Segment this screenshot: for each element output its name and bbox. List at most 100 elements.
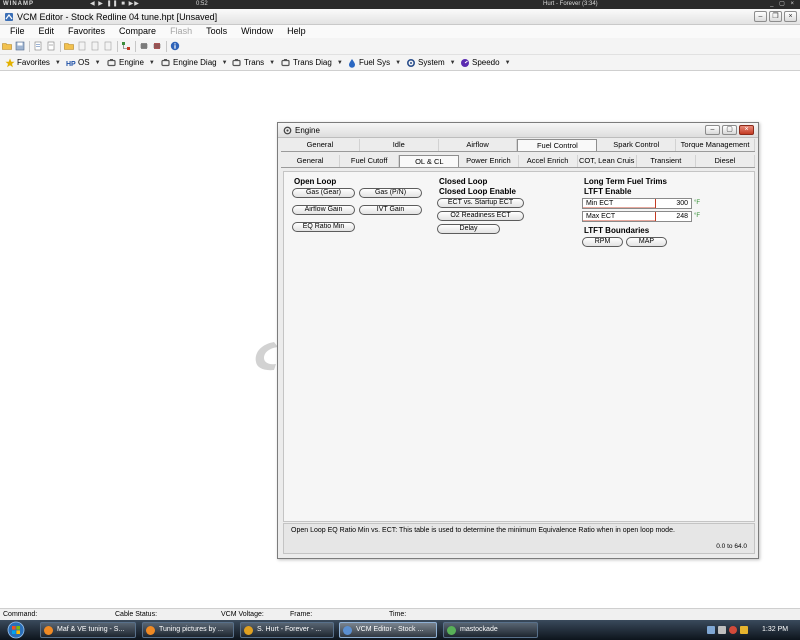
- tab-spark-control[interactable]: Spark Control: [597, 139, 677, 151]
- taskbar-item-label: Maf & VE tuning - S...: [57, 626, 125, 633]
- restore-button[interactable]: ❐: [769, 11, 782, 22]
- dropdown-arrow-icon[interactable]: ▼: [222, 55, 228, 71]
- dropdown-arrow-icon[interactable]: ▼: [149, 55, 155, 71]
- chip-icon[interactable]: [139, 41, 149, 51]
- info-icon[interactable]: [170, 41, 180, 51]
- engine-window-titlebar[interactable]: Engine – ▢ ×: [278, 123, 758, 138]
- subtab-fuel-cutoff[interactable]: Fuel Cutoff: [340, 155, 400, 167]
- engine-restore-button[interactable]: ▢: [722, 125, 737, 135]
- menu-edit[interactable]: Edit: [32, 25, 62, 38]
- subtab-accel-enrich[interactable]: Accel Enrich: [519, 155, 578, 167]
- airflow-gain-button[interactable]: Airflow Gain: [292, 205, 355, 215]
- subtab-cot-lean-cruis[interactable]: COT, Lean Cruis: [578, 155, 637, 167]
- max-ect-value[interactable]: 248: [656, 212, 691, 221]
- volume-icon[interactable]: [718, 626, 726, 634]
- menu-favorites[interactable]: Favorites: [61, 25, 112, 38]
- dropdown-arrow-icon[interactable]: ▼: [337, 55, 343, 71]
- dropdown-arrow-icon[interactable]: ▼: [95, 55, 101, 71]
- category-label: Trans: [244, 58, 265, 67]
- menu-window[interactable]: Window: [234, 25, 280, 38]
- gas-pn-button[interactable]: Gas (P/N): [359, 188, 422, 198]
- menu-flash[interactable]: Flash: [163, 25, 199, 38]
- taskbar-item[interactable]: mastockade: [443, 622, 538, 638]
- subtab-diesel[interactable]: Diesel: [696, 155, 755, 167]
- document-icon[interactable]: [90, 41, 100, 51]
- subtab-power-enrich[interactable]: Power Enrich: [459, 155, 519, 167]
- open-folder-icon[interactable]: [2, 41, 12, 51]
- subtab-general[interactable]: General: [281, 155, 341, 167]
- svg-text:HP: HP: [66, 61, 76, 68]
- document-icon[interactable]: [77, 41, 87, 51]
- close-button[interactable]: ×: [784, 11, 797, 22]
- category-fuel-sys[interactable]: Fuel Sys ▼: [347, 55, 401, 71]
- description-bar: Open Loop EQ Ratio Min vs. ECT: This tab…: [283, 523, 755, 554]
- clock[interactable]: 1:32 PM: [762, 623, 788, 637]
- menu-file[interactable]: File: [0, 25, 32, 38]
- ltft-boundaries-heading: LTFT Boundaries: [584, 226, 650, 235]
- taskbar-item[interactable]: S. Hurt - Forever - ...: [240, 622, 334, 638]
- menu-tools[interactable]: Tools: [199, 25, 234, 38]
- tab-torque-management[interactable]: Torque Management: [676, 139, 755, 151]
- document-icon[interactable]: [33, 41, 43, 51]
- dropdown-arrow-icon[interactable]: ▼: [55, 55, 61, 71]
- winamp-controls[interactable]: ◀ ▶ ❚❚ ■ ▶▶: [90, 0, 140, 9]
- winamp-window-buttons[interactable]: _ ▢ ×: [770, 0, 796, 9]
- taskbar-item[interactable]: VCM Editor - Stock ...: [339, 622, 437, 638]
- dropdown-arrow-icon[interactable]: ▼: [505, 55, 511, 71]
- chip-icon[interactable]: [152, 41, 162, 51]
- tab-airflow[interactable]: Airflow: [439, 139, 518, 151]
- category-engine-diag[interactable]: Engine Diag ▼: [161, 55, 228, 71]
- subtab-ol-cl[interactable]: OL & CL: [399, 155, 460, 167]
- winamp-logo: WINAMP: [3, 1, 34, 7]
- main-tab-row: General Idle Airflow Fuel Control Spark Cont…: [281, 139, 755, 152]
- taskbar-item-label: S. Hurt - Forever - ...: [257, 626, 322, 633]
- document-icon[interactable]: [46, 41, 56, 51]
- delay-button[interactable]: Delay: [437, 224, 500, 234]
- icon-toolbar: [0, 38, 800, 55]
- engine-window-title: Engine: [295, 126, 320, 135]
- open-folder-icon[interactable]: [64, 41, 74, 51]
- category-system[interactable]: System ▼: [406, 55, 456, 71]
- category-engine[interactable]: Engine ▼: [107, 55, 155, 71]
- taskbar-item[interactable]: Tuning pictures by ...: [142, 622, 234, 638]
- security-icon[interactable]: [729, 626, 737, 634]
- engine-close-button[interactable]: ×: [739, 125, 754, 135]
- save-icon[interactable]: [15, 41, 25, 51]
- tab-general[interactable]: General: [281, 139, 360, 151]
- category-speedo[interactable]: Speedo ▼: [460, 55, 511, 71]
- messenger-icon: [447, 626, 456, 635]
- tab-fuel-control[interactable]: Fuel Control: [517, 139, 598, 151]
- dropdown-arrow-icon[interactable]: ▼: [395, 55, 401, 71]
- ol-cl-panel: Open Loop Gas (Gear) Gas (P/N) Airflow G…: [283, 171, 755, 522]
- minimize-button[interactable]: –: [754, 11, 767, 22]
- category-trans[interactable]: Trans ▼: [232, 55, 275, 71]
- subtab-transient[interactable]: Transient: [637, 155, 696, 167]
- dropdown-arrow-icon[interactable]: ▼: [450, 55, 456, 71]
- start-button-icon[interactable]: [6, 621, 26, 639]
- dropdown-arrow-icon[interactable]: ▼: [269, 55, 275, 71]
- ltft-heading: Long Term Fuel Trims: [584, 177, 667, 186]
- ivt-gain-button[interactable]: IVT Gain: [359, 205, 422, 215]
- category-favorites[interactable]: Favorites ▼: [5, 55, 61, 71]
- menu-help[interactable]: Help: [280, 25, 313, 38]
- rpm-button[interactable]: RPM: [582, 237, 623, 247]
- max-ect-field[interactable]: Max ECT 248: [582, 211, 692, 222]
- ect-vs-startup-ect-button[interactable]: ECT vs. Startup ECT: [437, 198, 524, 208]
- update-icon[interactable]: [740, 626, 748, 634]
- min-ect-field[interactable]: Min ECT 300: [582, 198, 692, 209]
- category-os[interactable]: HP OS ▼: [66, 55, 101, 71]
- min-ect-value[interactable]: 300: [656, 199, 691, 208]
- eq-ratio-min-button[interactable]: EQ Ratio Min: [292, 222, 355, 232]
- o2-readiness-ect-button[interactable]: O2 Readiness ECT: [437, 211, 524, 221]
- engine-minimize-button[interactable]: –: [705, 125, 720, 135]
- menu-compare[interactable]: Compare: [112, 25, 163, 38]
- tree-icon[interactable]: [121, 41, 131, 51]
- document-icon[interactable]: [103, 41, 113, 51]
- network-icon[interactable]: [707, 626, 715, 634]
- map-button[interactable]: MAP: [626, 237, 667, 247]
- tab-idle[interactable]: Idle: [360, 139, 439, 151]
- gas-gear-button[interactable]: Gas (Gear): [292, 188, 355, 198]
- max-ect-unit: °F: [694, 213, 701, 219]
- taskbar-item[interactable]: Maf & VE tuning - S...: [40, 622, 136, 638]
- category-trans-diag[interactable]: Trans Diag ▼: [281, 55, 343, 71]
